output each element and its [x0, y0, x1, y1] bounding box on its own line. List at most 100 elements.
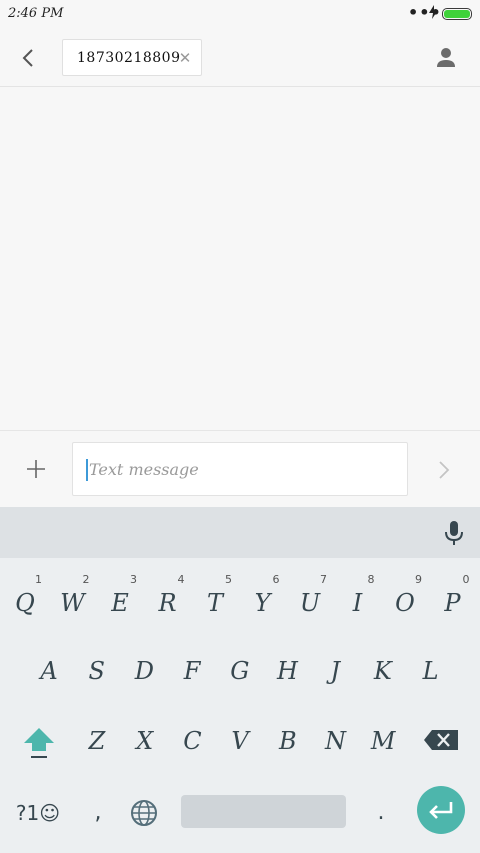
attach-button[interactable]	[22, 455, 50, 483]
battery-icon	[442, 8, 472, 20]
contact-button[interactable]	[430, 42, 462, 74]
bolt-icon	[429, 5, 438, 23]
backspace-icon	[424, 730, 458, 750]
key-label: G	[230, 657, 250, 685]
period-key[interactable]: .	[366, 793, 396, 833]
key-label: V	[231, 727, 249, 755]
key-y[interactable]: Y6	[240, 573, 286, 629]
globe-icon	[131, 800, 157, 826]
key-i[interactable]: I8	[335, 573, 381, 629]
key-hint: 7	[320, 573, 327, 586]
key-j[interactable]: J	[312, 641, 358, 697]
enter-key[interactable]	[417, 786, 465, 834]
space-key[interactable]	[181, 795, 346, 828]
battery-level	[444, 10, 470, 18]
key-label: I	[352, 589, 363, 617]
key-x[interactable]: X	[122, 711, 168, 767]
message-input[interactable]: Text message	[72, 442, 408, 496]
key-o[interactable]: O9	[382, 573, 428, 629]
language-switch-key[interactable]	[126, 793, 162, 833]
key-label: W	[60, 589, 85, 617]
key-label: F	[183, 657, 201, 685]
key-q[interactable]: Q1	[2, 573, 48, 629]
conversation-area	[0, 88, 480, 430]
key-hint: 8	[367, 573, 375, 586]
comma-key[interactable]: ,	[80, 793, 116, 833]
key-z[interactable]: Z	[74, 711, 120, 767]
key-b[interactable]: B	[265, 711, 311, 767]
keyboard: Q1W2E3R4T5Y6U7I8O9P0 ASDFGHJKL ZXCVBNM ?…	[0, 507, 480, 853]
shift-key[interactable]	[16, 719, 62, 765]
key-hint: 2	[82, 573, 90, 586]
enter-icon	[429, 802, 453, 819]
key-e[interactable]: E3	[97, 573, 143, 629]
key-label: K	[373, 657, 392, 685]
status-bar: 2:46 PM •••	[0, 0, 480, 28]
message-placeholder: Text message	[89, 460, 199, 479]
voice-input-button[interactable]	[438, 517, 470, 549]
key-hint: 3	[130, 573, 137, 586]
symbols-key[interactable]: ?1☺	[8, 793, 68, 833]
key-a[interactable]: A	[26, 641, 72, 697]
messaging-screen: 2:46 PM ••• 18730218809 ✕ Text message Q…	[0, 0, 480, 853]
message-composer: Text message	[0, 430, 480, 507]
key-label: R	[158, 589, 177, 617]
key-label: C	[183, 727, 202, 755]
key-label: D	[134, 657, 155, 685]
key-label: Y	[254, 589, 271, 617]
key-hint: 1	[35, 573, 42, 586]
key-label: X	[136, 727, 154, 755]
recipient-number: 18730218809	[77, 50, 181, 66]
key-s[interactable]: S	[74, 641, 120, 697]
conversation-header: 18730218809 ✕	[0, 28, 480, 87]
key-hint: 5	[225, 573, 232, 586]
key-p[interactable]: P0	[430, 573, 476, 629]
chevron-right-icon	[439, 461, 450, 479]
key-label: E	[111, 589, 129, 617]
chevron-left-icon	[22, 49, 33, 67]
key-f[interactable]: F	[169, 641, 215, 697]
back-button[interactable]	[12, 40, 44, 76]
key-label: M	[370, 727, 396, 755]
backspace-key[interactable]	[418, 719, 464, 765]
status-time: 2:46 PM	[8, 6, 64, 21]
key-d[interactable]: D	[121, 641, 167, 697]
key-label: H	[277, 657, 298, 685]
key-t[interactable]: T5	[192, 573, 238, 629]
key-u[interactable]: U7	[287, 573, 333, 629]
key-label: Z	[88, 727, 106, 755]
key-label: A	[40, 657, 58, 685]
key-label: L	[422, 657, 439, 685]
key-r[interactable]: R4	[145, 573, 191, 629]
text-caret	[86, 459, 88, 481]
key-hint: 9	[415, 573, 422, 586]
key-label: S	[88, 657, 105, 685]
key-k[interactable]: K	[360, 641, 406, 697]
key-l[interactable]: L	[408, 641, 454, 697]
key-hint: 4	[177, 573, 185, 586]
key-label: T	[206, 589, 223, 617]
key-label: B	[278, 727, 297, 755]
key-g[interactable]: G	[217, 641, 263, 697]
key-c[interactable]: C	[169, 711, 215, 767]
key-label: U	[299, 589, 321, 617]
key-hint: 6	[272, 573, 280, 586]
key-h[interactable]: H	[265, 641, 311, 697]
key-v[interactable]: V	[217, 711, 263, 767]
plus-icon	[27, 460, 45, 478]
key-label: P	[444, 589, 461, 617]
mic-icon	[445, 521, 463, 545]
key-m[interactable]: M	[360, 711, 406, 767]
shift-icon	[24, 728, 54, 758]
key-n[interactable]: N	[313, 711, 359, 767]
suggestion-strip	[0, 507, 480, 558]
send-button[interactable]	[430, 455, 458, 485]
key-label: N	[325, 727, 346, 755]
key-label: O	[395, 589, 415, 617]
key-label: J	[330, 657, 340, 685]
close-icon[interactable]: ✕	[175, 46, 195, 70]
recipient-chip[interactable]: 18730218809 ✕	[62, 39, 202, 76]
key-label: Q	[15, 589, 35, 617]
person-icon	[437, 48, 455, 67]
key-w[interactable]: W2	[50, 573, 96, 629]
